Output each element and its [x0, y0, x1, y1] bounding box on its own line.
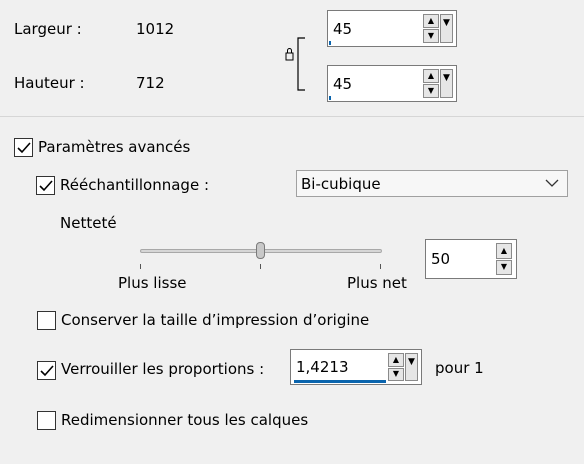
- width-spinbox[interactable]: 45 ▲ ▼ ▼: [327, 10, 457, 47]
- slider-tick: [380, 264, 381, 269]
- resample-method-value: Bi-cubique: [301, 174, 381, 193]
- width-down-arrow-icon[interactable]: ▼: [423, 29, 439, 43]
- advanced-settings-label[interactable]: Paramètres avancés: [38, 137, 190, 157]
- height-label: Hauteur :: [14, 74, 85, 92]
- chevron-down-icon: [545, 179, 559, 187]
- keep-print-size-label[interactable]: Conserver la taille d’impression d’origi…: [61, 310, 369, 330]
- keep-print-size-checkbox[interactable]: [37, 311, 56, 330]
- slider-max-label: Plus net: [347, 274, 407, 292]
- slider-thumb[interactable]: [255, 242, 265, 259]
- sharpness-slider[interactable]: [138, 240, 384, 272]
- separator: [0, 116, 584, 117]
- checkmark-icon: [17, 142, 31, 154]
- height-dropdown-arrow-icon[interactable]: ▼: [440, 69, 453, 98]
- field-focus-mark: [329, 96, 331, 100]
- width-dropdown-arrow-icon[interactable]: ▼: [440, 14, 453, 43]
- width-label: Largeur :: [14, 20, 82, 38]
- ratio-suffix: pour 1: [435, 359, 484, 377]
- checkmark-icon: [40, 365, 54, 377]
- resample-method-select[interactable]: Bi-cubique: [296, 170, 568, 197]
- resize-all-layers-checkbox[interactable]: [37, 411, 56, 430]
- height-value: 712: [136, 74, 165, 92]
- slider-min-label: Plus lisse: [118, 274, 187, 292]
- slider-tick: [140, 264, 141, 269]
- advanced-settings-checkbox[interactable]: [14, 138, 33, 157]
- lock-ratio-label[interactable]: Verrouiller les proportions :: [61, 359, 264, 379]
- height-up-arrow-icon[interactable]: ▲: [423, 69, 439, 83]
- ratio-value[interactable]: 1,4213: [296, 350, 349, 384]
- sharpness-value[interactable]: 50: [431, 240, 450, 278]
- height-spin-value[interactable]: 45: [333, 66, 352, 101]
- lock-ratio-checkbox[interactable]: [37, 361, 56, 380]
- ratio-down-arrow-icon[interactable]: ▼: [388, 367, 404, 381]
- slider-tick: [260, 264, 261, 269]
- resample-label[interactable]: Rééchantillonnage :: [60, 175, 209, 195]
- height-down-arrow-icon[interactable]: ▼: [423, 84, 439, 98]
- sharpness-spinbox[interactable]: 50 ▲ ▼: [425, 239, 517, 279]
- field-focus-mark: [329, 41, 331, 45]
- width-up-arrow-icon[interactable]: ▲: [423, 14, 439, 28]
- sharpness-label: Netteté: [60, 214, 117, 232]
- resize-all-layers-label[interactable]: Redimensionner tous les calques: [61, 410, 308, 430]
- ratio-up-arrow-icon[interactable]: ▲: [388, 353, 404, 367]
- aspect-lock[interactable]: [284, 34, 308, 94]
- sharpness-down-arrow-icon[interactable]: ▼: [496, 259, 512, 275]
- ratio-dropdown-arrow-icon[interactable]: ▼: [405, 353, 418, 381]
- lock-icon: [285, 37, 305, 91]
- sharpness-up-arrow-icon[interactable]: ▲: [496, 243, 512, 259]
- ratio-focus-underline: [294, 380, 386, 383]
- height-spinbox[interactable]: 45 ▲ ▼ ▼: [327, 65, 457, 102]
- width-value: 1012: [136, 20, 175, 38]
- width-spin-value[interactable]: 45: [333, 11, 352, 46]
- checkmark-icon: [39, 180, 53, 192]
- resample-checkbox[interactable]: [36, 176, 55, 195]
- ratio-spinbox[interactable]: 1,4213 ▲ ▼ ▼: [290, 349, 422, 385]
